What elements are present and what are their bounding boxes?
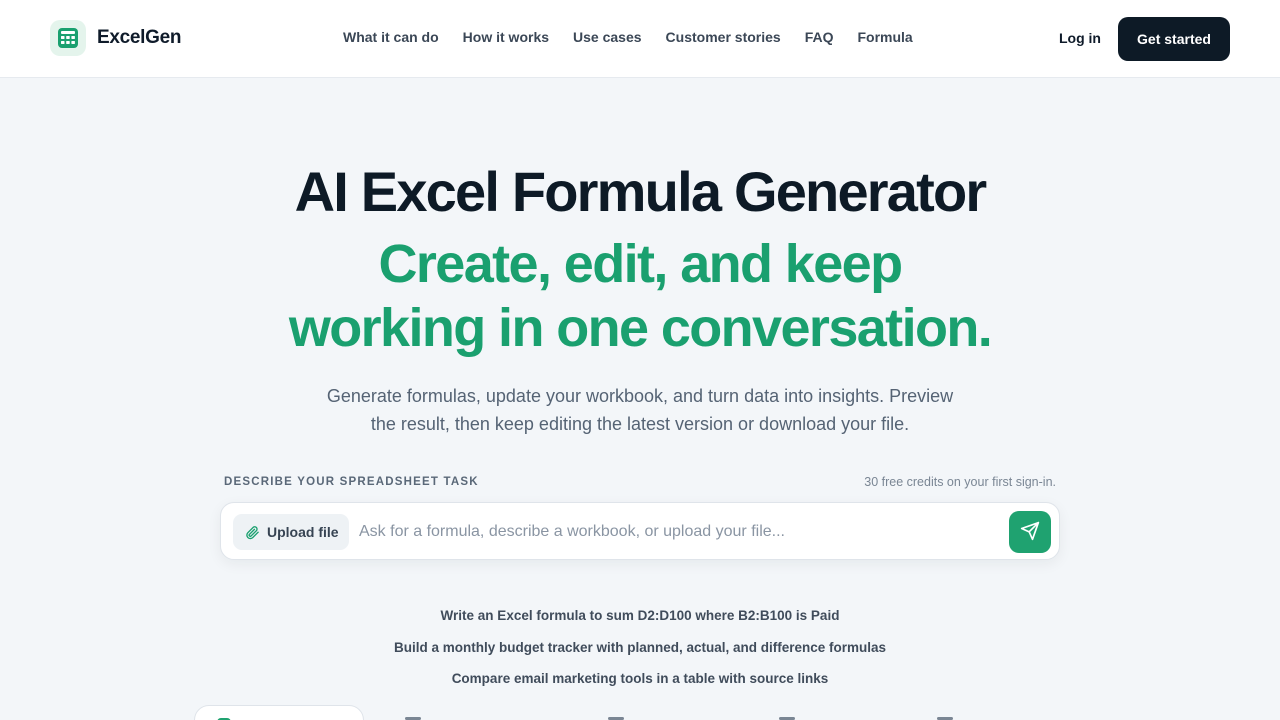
hero-description-line-2: the result, then keep editing the latest…	[370, 414, 910, 434]
nav-item-customer-stories[interactable]: Customer stories	[666, 29, 781, 45]
nav-item-what-it-can-do[interactable]: What it can do	[343, 29, 439, 45]
nav-item-formula[interactable]: Formula	[857, 29, 912, 45]
send-button[interactable]	[1009, 511, 1051, 553]
site-header: ExcelGen What it can do How it works Use…	[0, 0, 1280, 78]
get-started-button[interactable]: Get started	[1118, 17, 1230, 61]
upload-file-label: Upload file	[267, 524, 339, 540]
hero-description-line-1: Generate formulas, update your workbook,…	[326, 386, 954, 406]
page-title: AI Excel Formula Generator	[294, 160, 988, 223]
nav-item-use-cases[interactable]: Use cases	[573, 29, 642, 45]
example-prompt[interactable]: Compare email marketing tools in a table…	[0, 663, 1280, 695]
example-prompts: Write an Excel formula to sum D2:D100 wh…	[0, 600, 1280, 695]
login-link[interactable]: Log in	[1059, 30, 1101, 46]
example-prompt[interactable]: Write an Excel formula to sum D2:D100 wh…	[0, 600, 1280, 632]
prompt-composer: Upload file	[220, 502, 1060, 560]
upload-file-button[interactable]: Upload file	[233, 514, 349, 550]
hero-subtitle-line-2: working in one conversation.	[288, 298, 993, 358]
example-prompt[interactable]: Build a monthly budget tracker with plan…	[0, 632, 1280, 664]
feature-tabs	[0, 704, 1280, 720]
brand-logo[interactable]: ExcelGen	[50, 20, 182, 56]
spreadsheet-grid-icon	[50, 20, 86, 56]
credits-note: 30 free credits on your first sign-in.	[864, 475, 1056, 489]
main-nav: What it can do How it works Use cases Cu…	[343, 29, 913, 45]
hero-subtitle: Create, edit, and keep working in one co…	[240, 232, 1040, 360]
hero-description: Generate formulas, update your workbook,…	[300, 382, 980, 438]
hero-subtitle-line-1: Create, edit, and keep	[378, 234, 904, 294]
nav-item-how-it-works[interactable]: How it works	[463, 29, 549, 45]
brand-name: ExcelGen	[97, 27, 182, 48]
composer-label: DESCRIBE YOUR SPREADSHEET TASK	[224, 476, 479, 488]
paperclip-icon	[245, 525, 260, 540]
feature-tab-active[interactable]	[194, 705, 364, 720]
prompt-input[interactable]	[359, 515, 999, 549]
nav-item-faq[interactable]: FAQ	[805, 29, 834, 45]
send-icon	[1020, 521, 1040, 544]
